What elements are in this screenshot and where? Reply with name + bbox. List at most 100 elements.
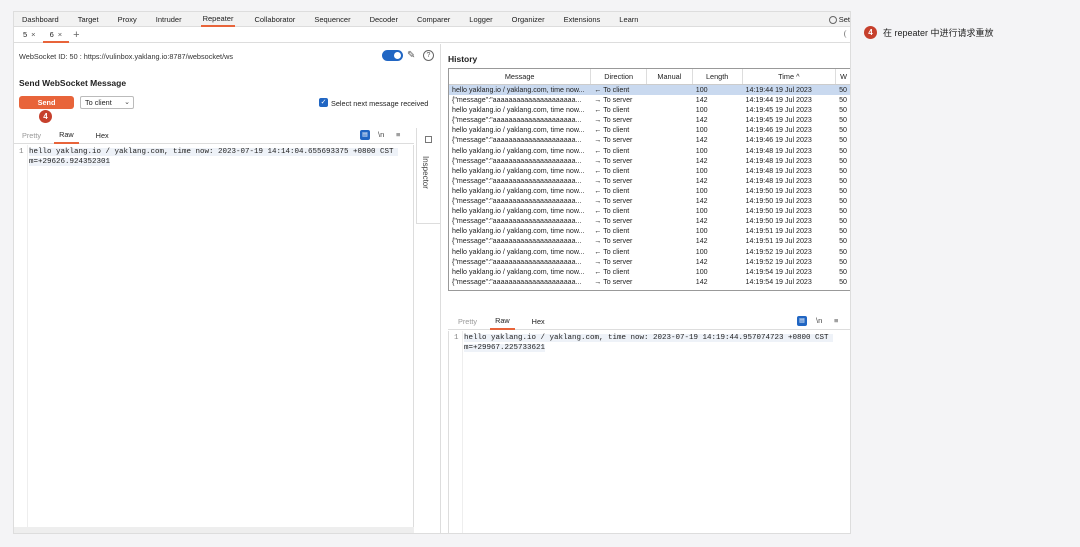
menu-proxy[interactable]: Proxy [118,12,137,27]
cell-direction: → To server [594,96,633,105]
menu-sequencer[interactable]: Sequencer [314,12,350,27]
table-row[interactable]: {"message":"aaaaaaaaaaaaaaaaaaaaa... → To… [449,135,850,145]
checkbox-icon[interactable]: ✓ [319,98,328,107]
menu-learn[interactable]: Learn [619,12,638,27]
cell-direction: ← To client [594,106,630,115]
cell-w: 50 [839,116,847,125]
cell-message: hello yaklang.io / yaklang.com, time now… [452,166,585,175]
close-icon[interactable]: × [31,27,35,43]
table-row[interactable]: hello yaklang.io / yaklang.com, time now… [449,186,850,196]
inspector-panel[interactable]: Inspector [416,128,440,224]
search-bar[interactable] [14,527,414,533]
cell-length: 100 [695,267,708,276]
doc-icon[interactable]: ▤ [797,316,807,326]
table-header: Message Direction Manual Length Time ^ W [449,69,850,85]
menu-intruder[interactable]: Intruder [156,12,182,27]
tab-pretty[interactable]: Pretty [458,315,477,329]
cell-length: 100 [695,186,708,195]
cell-message: hello yaklang.io / yaklang.com, time now… [452,267,585,276]
cell-length: 142 [695,136,708,145]
table-row[interactable]: {"message":"aaaaaaaaaaaaaaaaaaaaa... → To… [449,236,850,246]
menu-dashboard[interactable]: Dashboard [22,12,59,27]
annotation: 4 在 repeater 中进行请求重放 [864,26,994,39]
cell-w: 50 [839,257,847,266]
table-row[interactable]: {"message":"aaaaaaaaaaaaaaaaaaaaa... → To… [449,196,850,206]
col-time[interactable]: Time ^ [743,69,837,84]
menu-logger[interactable]: Logger [469,12,492,27]
tab-raw[interactable]: Raw [490,314,515,330]
menu-icon[interactable]: ≡ [396,130,400,139]
col-length[interactable]: Length [693,69,743,84]
doc-icon[interactable]: ▤ [360,130,370,140]
cell-direction: ← To client [594,186,630,195]
newline-icon[interactable]: \n [378,130,384,139]
send-button[interactable]: Send [19,96,74,109]
repeater-tab-5[interactable]: 5 × [16,27,43,43]
request-editor[interactable]: 1 hello yaklang.io / yaklang.com, time n… [14,145,414,533]
send-title: Send WebSocket Message [19,78,127,88]
cell-w: 50 [839,247,847,256]
direction-value: To client [85,98,112,107]
response-editor[interactable]: 1 hello yaklang.io / yaklang.com, time n… [448,331,850,533]
cell-manual [647,95,693,105]
tab-overflow-icon[interactable] [844,30,850,38]
cell-length: 100 [695,227,708,236]
cell-length: 100 [695,247,708,256]
menu-extensions[interactable]: Extensions [564,12,601,27]
cell-length: 142 [695,176,708,185]
tab-pretty[interactable]: Pretty [22,129,41,143]
menu-organizer[interactable]: Organizer [512,12,545,27]
direction-select[interactable]: To client ⌄ [80,96,134,109]
tab-raw[interactable]: Raw [54,128,79,144]
table-row[interactable]: hello yaklang.io / yaklang.com, time now… [449,226,850,236]
col-manual[interactable]: Manual [647,69,693,84]
cell-time: 14:19:46 19 Jul 2023 [745,136,812,145]
message-body[interactable]: hello yaklang.io / yaklang.com, time now… [29,148,409,167]
cell-manual [647,196,693,206]
menu-collaborator[interactable]: Collaborator [254,12,295,27]
table-row[interactable]: hello yaklang.io / yaklang.com, time now… [449,247,850,257]
col-w[interactable]: W [836,69,850,84]
table-row[interactable]: {"message":"aaaaaaaaaaaaaaaaaaaaa... → To… [449,277,850,287]
menu-target[interactable]: Target [78,12,99,27]
table-row[interactable]: hello yaklang.io / yaklang.com, time now… [449,267,850,277]
table-row[interactable]: {"message":"aaaaaaaaaaaaaaaaaaaaa... → To… [449,216,850,226]
table-row[interactable]: {"message":"aaaaaaaaaaaaaaaaaaaaa... → To… [449,156,850,166]
table-row[interactable]: {"message":"aaaaaaaaaaaaaaaaaaaaa... → To… [449,95,850,105]
table-row[interactable]: hello yaklang.io / yaklang.com, time now… [449,125,850,135]
menu-decoder[interactable]: Decoder [370,12,398,27]
table-row[interactable]: hello yaklang.io / yaklang.com, time now… [449,105,850,115]
table-row[interactable]: {"message":"aaaaaaaaaaaaaaaaaaaaa... → To… [449,176,850,186]
cell-length: 142 [695,277,708,286]
table-row[interactable]: hello yaklang.io / yaklang.com, time now… [449,206,850,216]
repeater-tab-6[interactable]: 6 × [42,27,70,43]
cell-time: 14:19:52 19 Jul 2023 [745,257,812,266]
inspector-icon [425,136,432,143]
settings-menu[interactable]: Set [828,12,850,27]
cell-direction: ← To client [594,247,630,256]
help-icon[interactable]: ? [423,50,434,61]
col-direction[interactable]: Direction [591,69,647,84]
menu-icon[interactable]: ≡ [834,316,838,325]
history-table[interactable]: Message Direction Manual Length Time ^ W… [448,68,850,291]
repeater-tabbar: 5 × 6 × + [14,27,850,43]
websocket-toggle[interactable] [382,50,403,61]
cell-manual [647,257,693,267]
table-row[interactable]: hello yaklang.io / yaklang.com, time now… [449,85,850,96]
table-row[interactable]: hello yaklang.io / yaklang.com, time now… [449,146,850,156]
main-menubar: Dashboard Target Proxy Intruder Repeater… [14,12,850,27]
table-row[interactable]: {"message":"aaaaaaaaaaaaaaaaaaaaa... → To… [449,257,850,267]
history-panel: History Message Direction Manual Length … [443,44,850,533]
menu-comparer[interactable]: Comparer [417,12,450,27]
tab-hex[interactable]: Hex [96,129,109,143]
pencil-icon[interactable]: ✎ [407,50,415,61]
table-row[interactable]: {"message":"aaaaaaaaaaaaaaaaaaaaa... → To… [449,115,850,125]
newline-icon[interactable]: \n [816,316,822,325]
menu-repeater[interactable]: Repeater [200,12,236,27]
response-body[interactable]: hello yaklang.io / yaklang.com, time now… [464,334,844,353]
col-message[interactable]: Message [449,69,592,84]
add-tab-button[interactable]: + [73,29,79,41]
close-icon[interactable]: × [58,27,62,41]
table-row[interactable]: hello yaklang.io / yaklang.com, time now… [449,166,850,176]
tab-hex[interactable]: Hex [532,315,545,329]
